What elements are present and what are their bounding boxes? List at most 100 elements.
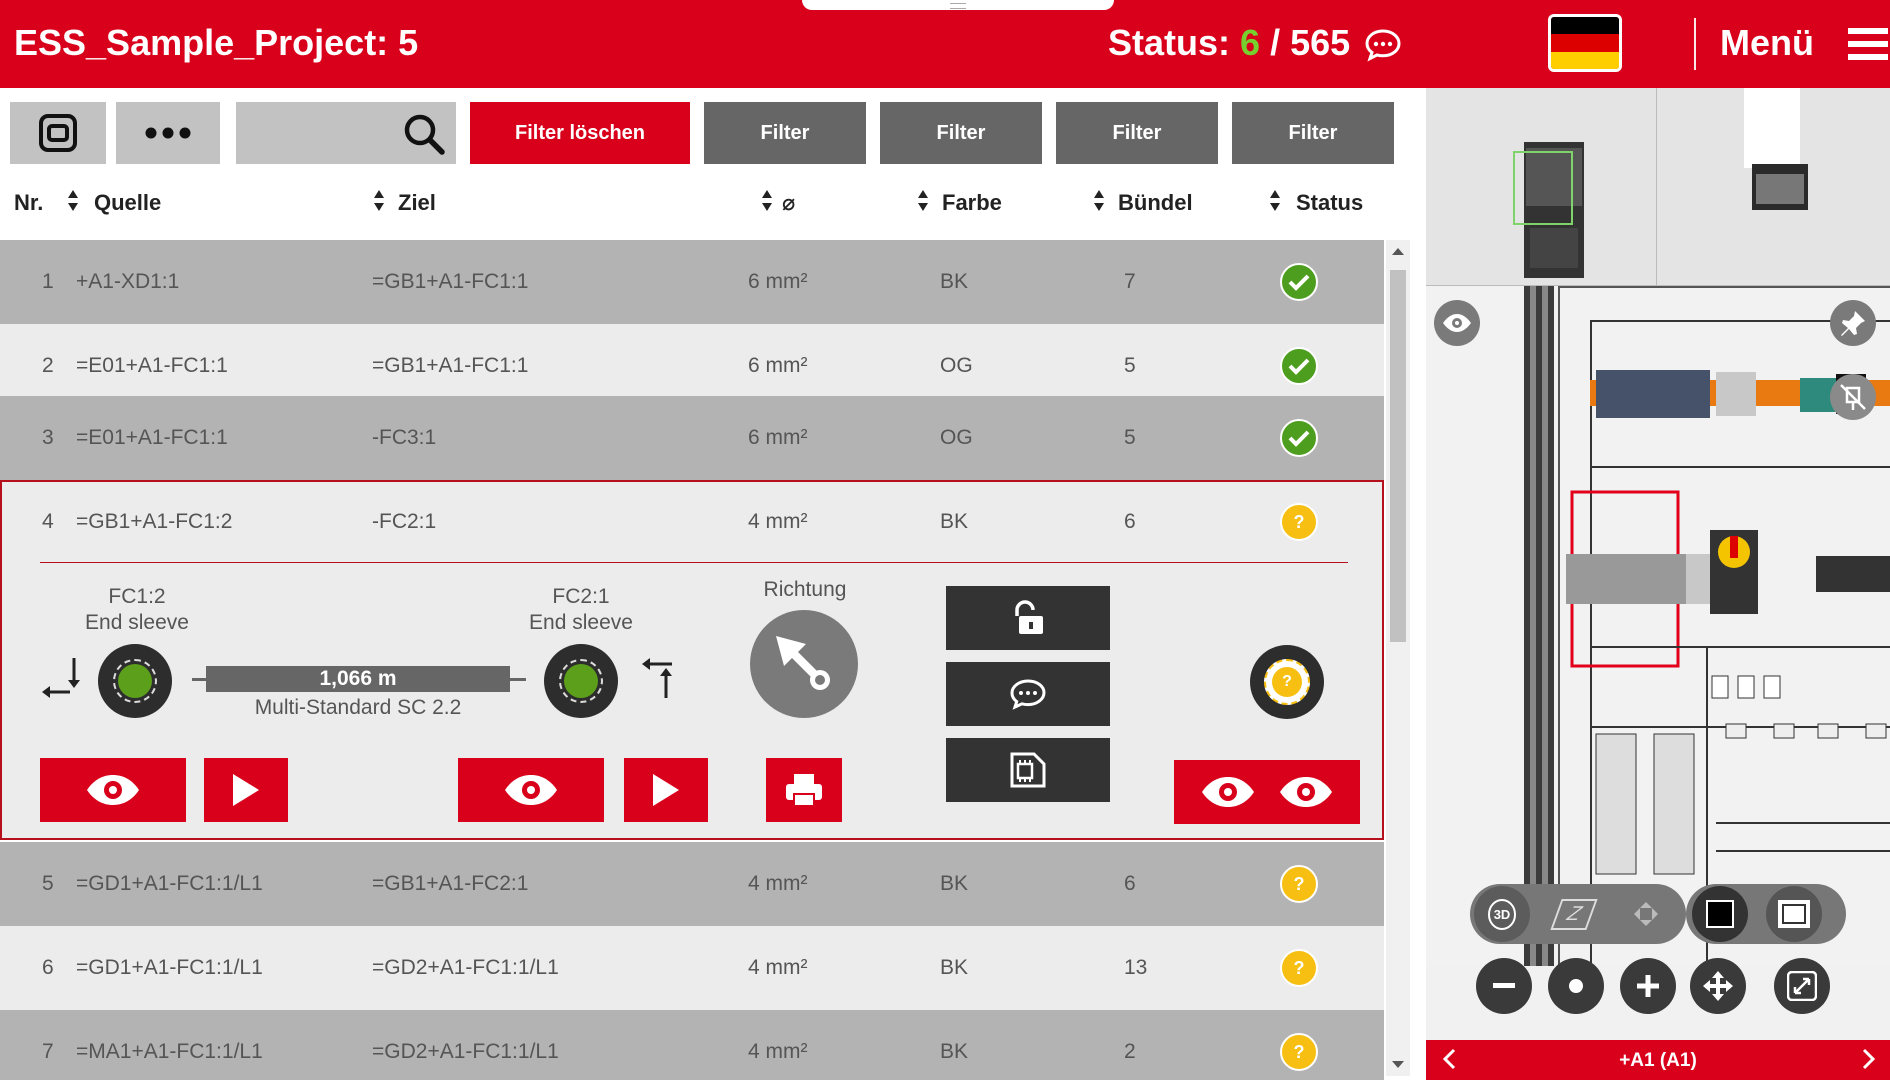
- status-done-count: 6: [1240, 22, 1261, 63]
- scroll-down-icon[interactable]: [1392, 1061, 1404, 1068]
- next-location-icon[interactable]: [1862, 1048, 1876, 1076]
- status-pending-icon: ?: [1280, 865, 1318, 903]
- col-status[interactable]: Status: [1296, 190, 1363, 216]
- filter-button-3[interactable]: Filter: [1056, 102, 1218, 164]
- left-end-sleeve-icon[interactable]: [98, 644, 172, 718]
- direction-label: Richtung: [763, 578, 847, 601]
- sort-target-icon[interactable]: [762, 190, 772, 212]
- view-3d-label: 3D: [1487, 898, 1517, 930]
- col-nr[interactable]: Nr.: [14, 190, 43, 216]
- select-frame-icon: [39, 114, 77, 152]
- unlock-button[interactable]: [946, 586, 1110, 650]
- col-target[interactable]: Ziel: [398, 190, 436, 216]
- clear-filter-button[interactable]: Filter löschen: [470, 102, 690, 164]
- row-bundle: 5: [1124, 426, 1136, 449]
- move-arrows-icon: [1703, 971, 1733, 1001]
- select-mode-button[interactable]: [10, 102, 106, 164]
- col-source[interactable]: Quelle: [94, 190, 161, 216]
- overview-minimap[interactable]: [1426, 88, 1890, 286]
- hamburger-menu-icon[interactable]: [1848, 28, 1888, 65]
- table-row[interactable]: 6 =GD1+A1-FC1:1/L1 =GD2+A1-FC1:1/L1 4 mm…: [0, 926, 1384, 1010]
- dark-background-button[interactable]: [1692, 886, 1748, 942]
- row-color: OG: [940, 426, 973, 449]
- sort-color-icon[interactable]: [1094, 190, 1104, 212]
- status-done-icon: [1280, 347, 1318, 385]
- eye-pair-icon: [1202, 777, 1332, 807]
- play-right-end-button[interactable]: [624, 758, 708, 822]
- connection-status-icon[interactable]: ?: [1250, 645, 1324, 719]
- table-row[interactable]: 3 =E01+A1-FC1:1 -FC3:1 6 mm² OG 5: [0, 396, 1384, 480]
- left-end-label: FC1:2 End sleeve: [60, 584, 214, 636]
- row-nr: 4: [42, 510, 54, 533]
- scroll-up-icon[interactable]: [1392, 248, 1404, 255]
- comments-icon[interactable]: [1364, 28, 1402, 67]
- right-end-name: FC2:1: [552, 585, 610, 608]
- sort-diameter-icon[interactable]: [918, 190, 928, 212]
- menu-label[interactable]: Menü: [1720, 22, 1814, 64]
- eye-icon: [1443, 314, 1471, 332]
- hide-cables-button[interactable]: [1830, 374, 1876, 420]
- filter-button-4[interactable]: Filter: [1232, 102, 1394, 164]
- row-size: 4 mm²: [748, 510, 808, 533]
- explode-view-button[interactable]: [1618, 886, 1674, 942]
- row-size: 6 mm²: [748, 426, 808, 449]
- right-end-type: End sleeve: [529, 611, 633, 634]
- search-icon[interactable]: [402, 112, 446, 156]
- zoom-out-button[interactable]: [1476, 958, 1532, 1014]
- fullscreen-button[interactable]: [1774, 958, 1830, 1014]
- row-nr: 5: [42, 872, 54, 895]
- row-bundle: 13: [1124, 956, 1148, 979]
- status-separator: /: [1270, 22, 1281, 63]
- cabinet-viewer[interactable]: 3D Z: [1426, 88, 1890, 1040]
- row-size: 4 mm²: [748, 1040, 808, 1063]
- col-bundle[interactable]: Bündel: [1118, 190, 1193, 216]
- filter-button-1[interactable]: Filter: [704, 102, 866, 164]
- filter-button-2[interactable]: Filter: [880, 102, 1042, 164]
- sort-bundle-icon[interactable]: [1270, 190, 1280, 212]
- eye-icon: [87, 775, 139, 805]
- view-left-end-button[interactable]: [40, 758, 186, 822]
- col-diameter[interactable]: ⌀: [782, 190, 795, 216]
- print-button[interactable]: [766, 758, 842, 822]
- detail-separator: [40, 562, 1348, 563]
- status-label: Status:: [1108, 22, 1231, 63]
- view-2d-button[interactable]: Z: [1544, 886, 1604, 942]
- play-icon: [653, 774, 679, 806]
- direction-button[interactable]: [750, 610, 858, 718]
- table-row[interactable]: 5 =GD1+A1-FC1:1/L1 =GB1+A1-FC2:1 4 mm² B…: [0, 842, 1384, 926]
- unlock-icon: [1015, 600, 1043, 634]
- search-input[interactable]: [244, 112, 394, 154]
- document-button[interactable]: [946, 738, 1110, 802]
- zoom-reset-button[interactable]: [1548, 958, 1604, 1014]
- more-options-button[interactable]: [116, 102, 220, 164]
- row-size: 4 mm²: [748, 872, 808, 895]
- sort-source-icon[interactable]: [374, 190, 384, 212]
- pan-button[interactable]: [1690, 958, 1746, 1014]
- pull-handle[interactable]: [802, 0, 1114, 10]
- col-color[interactable]: Farbe: [942, 190, 1002, 216]
- view-both-ends-button[interactable]: [1174, 760, 1360, 824]
- visibility-toggle-button[interactable]: [1434, 300, 1480, 346]
- zoom-in-button[interactable]: [1620, 958, 1676, 1014]
- status-total-count: 565: [1290, 22, 1351, 63]
- sort-nr-icon[interactable]: [68, 190, 78, 212]
- table-row[interactable]: 1 +A1-XD1:1 =GB1+A1-FC1:1 6 mm² BK 7: [0, 240, 1384, 324]
- app-header: ESS_Sample_Project: 5 Status: 6 / 565 Me…: [0, 0, 1890, 88]
- row-target: -FC3:1: [372, 426, 437, 449]
- row-bundle: 2: [1124, 1040, 1136, 1063]
- pin-view-button[interactable]: [1830, 300, 1876, 346]
- light-background-button[interactable]: [1766, 886, 1822, 942]
- language-flag-de-icon[interactable]: [1548, 14, 1622, 72]
- expanded-row[interactable]: 4 =GB1+A1-FC1:2 -FC2:1 4 mm² BK 6 ? FC1:…: [0, 480, 1384, 840]
- row-color: BK: [940, 510, 969, 533]
- table-scrollbar[interactable]: [1386, 240, 1410, 1076]
- play-left-end-button[interactable]: [204, 758, 288, 822]
- right-end-sleeve-icon[interactable]: [544, 644, 618, 718]
- comment-button[interactable]: [946, 662, 1110, 726]
- status-pending-icon: ?: [1280, 503, 1318, 541]
- view-3d-button[interactable]: 3D: [1474, 886, 1530, 942]
- scroll-thumb[interactable]: [1390, 270, 1406, 642]
- view-right-end-button[interactable]: [458, 758, 604, 822]
- table-row[interactable]: 7 =MA1+A1-FC1:1/L1 =GD2+A1-FC1:1/L1 4 mm…: [0, 1010, 1384, 1080]
- location-label: +A1 (A1): [1619, 1050, 1697, 1071]
